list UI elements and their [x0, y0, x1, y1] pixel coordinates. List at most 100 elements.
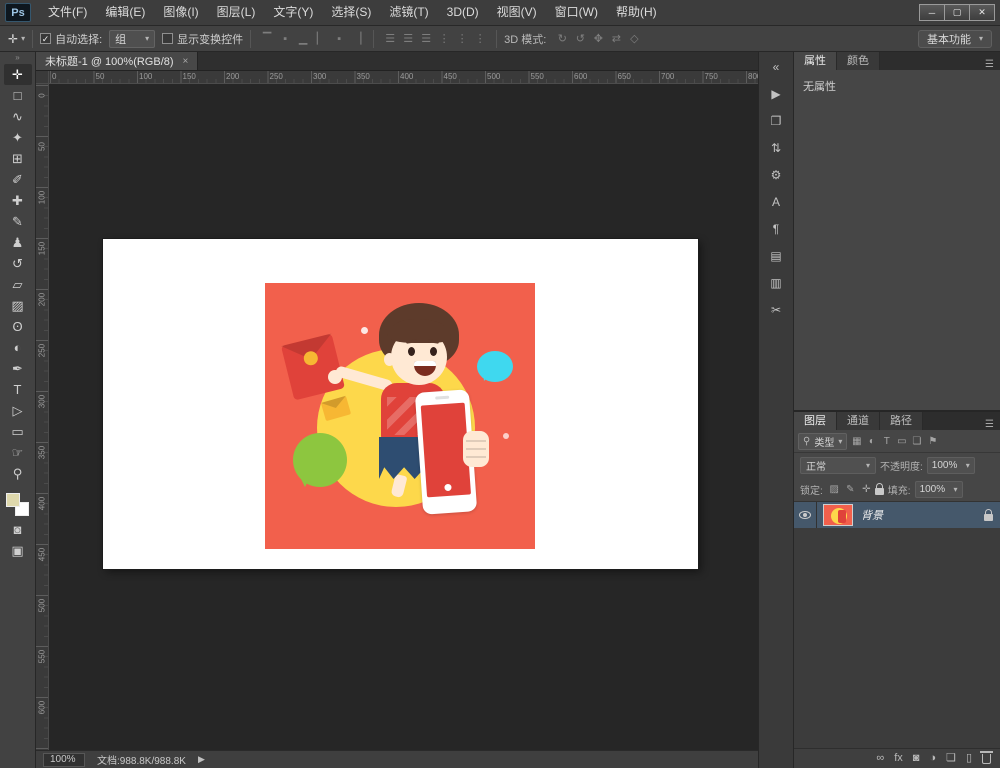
- filter-shape-layers-icon[interactable]: ▭: [894, 436, 909, 447]
- path-selection-tool[interactable]: ▷: [4, 400, 32, 421]
- align-left-edges-icon[interactable]: ▏: [312, 32, 330, 45]
- add-layer-mask-icon[interactable]: ◙: [913, 753, 920, 764]
- close-button[interactable]: ✕: [969, 4, 995, 21]
- clone-source-panel-icon[interactable]: ⇅: [764, 138, 788, 158]
- opacity-input[interactable]: 100%: [927, 457, 975, 474]
- close-tab-icon[interactable]: ×: [183, 56, 189, 67]
- fill-input[interactable]: 100%: [915, 481, 963, 498]
- tab-layers[interactable]: 图层: [794, 412, 837, 430]
- auto-select-checkbox[interactable]: 自动选择:: [40, 31, 102, 47]
- workspace-switcher[interactable]: 基本功能: [918, 30, 992, 48]
- type-menu[interactable]: 文字(Y): [264, 0, 322, 25]
- 3d-menu[interactable]: 3D(D): [438, 0, 488, 25]
- blur-tool[interactable]: ʘ: [4, 316, 32, 337]
- pen-tool[interactable]: ✒: [4, 358, 32, 379]
- auto-select-target-dropdown[interactable]: 组: [109, 30, 155, 48]
- link-layers-icon[interactable]: ∞: [876, 753, 884, 764]
- new-adjustment-layer-icon[interactable]: ◑: [929, 753, 936, 764]
- foreground-color-swatch[interactable]: [6, 493, 20, 507]
- brush-presets-panel-icon[interactable]: ❐: [764, 111, 788, 131]
- ruler-origin-corner[interactable]: [36, 71, 49, 83]
- align-bottom-edges-icon[interactable]: ▁: [294, 32, 312, 45]
- slice-panel-icon[interactable]: ✂: [764, 300, 788, 320]
- new-group-icon[interactable]: ❏: [946, 753, 956, 764]
- file-menu[interactable]: 文件(F): [39, 0, 96, 25]
- tab-properties[interactable]: 属性: [794, 52, 837, 70]
- tab-channels[interactable]: 通道: [837, 412, 880, 430]
- zoom-level-input[interactable]: 100%: [43, 753, 85, 767]
- distribute-horizontal-centers-icon[interactable]: ⋮: [453, 32, 471, 45]
- align-top-edges-icon[interactable]: ▔: [258, 32, 276, 45]
- align-horizontal-centers-icon[interactable]: ▪: [330, 33, 348, 45]
- lock-position-icon[interactable]: ✛: [859, 484, 874, 495]
- document-tab[interactable]: 未标题-1 @ 100%(RGB/8) ×: [36, 52, 198, 70]
- collapse-tools-icon[interactable]: [0, 53, 35, 64]
- adjustments-panel-icon[interactable]: ⚙: [764, 165, 788, 185]
- screen-mode-icon[interactable]: ▣: [4, 540, 32, 561]
- delete-layer-icon[interactable]: [982, 754, 991, 764]
- 3d-scale-icon[interactable]: ◇: [625, 32, 643, 45]
- eraser-tool[interactable]: ▱: [4, 274, 32, 295]
- help-menu[interactable]: 帮助(H): [607, 0, 666, 25]
- move-tool[interactable]: ✛: [4, 64, 32, 85]
- filter-menu[interactable]: 滤镜(T): [380, 0, 437, 25]
- align-vertical-centers-icon[interactable]: ▪: [276, 33, 294, 45]
- tab-paths[interactable]: 路径: [880, 412, 923, 430]
- eyedropper-tool[interactable]: ✐: [4, 169, 32, 190]
- distribute-vertical-centers-icon[interactable]: ☰: [399, 32, 417, 45]
- show-transform-checkbox[interactable]: 显示变换控件: [162, 31, 243, 47]
- filter-type-dropdown[interactable]: ⚲ 类型: [798, 433, 847, 450]
- horizontal-ruler[interactable]: 0501001502002503003504004505005506006507…: [49, 71, 758, 83]
- 3d-roll-icon[interactable]: ↺: [571, 32, 589, 45]
- tab-color[interactable]: 颜色: [837, 52, 880, 70]
- layer-row[interactable]: 背景: [794, 502, 1000, 528]
- vertical-ruler[interactable]: 050100150200250300350400450500550600: [36, 84, 49, 750]
- maximize-button[interactable]: ▢: [944, 4, 970, 21]
- crop-tool[interactable]: ⊞: [4, 148, 32, 169]
- minimize-button[interactable]: ─: [919, 4, 945, 21]
- expand-panels-icon[interactable]: «: [764, 57, 788, 77]
- rectangular-marquee-tool[interactable]: □: [4, 85, 32, 106]
- layer-visibility-toggle[interactable]: [794, 502, 817, 528]
- filter-adjustment-layers-icon[interactable]: ◐: [864, 436, 879, 447]
- canvas-viewport[interactable]: [49, 84, 758, 750]
- 3d-drag-icon[interactable]: ✥: [589, 32, 607, 45]
- history-brush-tool[interactable]: ↺: [4, 253, 32, 274]
- distribute-top-edges-icon[interactable]: ☰: [381, 32, 399, 45]
- lock-all-icon[interactable]: [875, 488, 884, 495]
- info-panel-icon[interactable]: ▥: [764, 273, 788, 293]
- type-tool[interactable]: T: [4, 379, 32, 400]
- styles-panel-icon[interactable]: ▤: [764, 246, 788, 266]
- layer-menu[interactable]: 图层(L): [208, 0, 265, 25]
- tool-preset-picker[interactable]: ✛: [8, 32, 25, 46]
- image-menu[interactable]: 图像(I): [154, 0, 207, 25]
- window-menu[interactable]: 窗口(W): [546, 0, 607, 25]
- brush-tool[interactable]: ✎: [4, 211, 32, 232]
- zoom-tool[interactable]: ⚲: [4, 463, 32, 484]
- lock-transparent-pixels-icon[interactable]: ▨: [827, 484, 842, 495]
- quick-selection-tool[interactable]: ✦: [4, 127, 32, 148]
- gradient-tool[interactable]: ▨: [4, 295, 32, 316]
- distribute-right-edges-icon[interactable]: ⋮: [471, 32, 489, 45]
- filtering-toggle-icon[interactable]: ⚑: [928, 436, 937, 447]
- dodge-tool[interactable]: ◐: [4, 337, 32, 358]
- clone-stamp-tool[interactable]: ♟: [4, 232, 32, 253]
- blend-mode-dropdown[interactable]: 正常: [800, 457, 876, 474]
- new-layer-icon[interactable]: ▯: [966, 753, 972, 764]
- rectangle-tool[interactable]: ▭: [4, 421, 32, 442]
- panel-menu-icon[interactable]: [979, 419, 1000, 430]
- distribute-left-edges-icon[interactable]: ⋮: [435, 32, 453, 45]
- lasso-tool[interactable]: ∿: [4, 106, 32, 127]
- filter-pixel-layers-icon[interactable]: ▦: [849, 436, 864, 447]
- filter-smart-objects-icon[interactable]: ❏: [909, 436, 924, 447]
- quick-mask-icon[interactable]: ◙: [4, 519, 32, 540]
- align-right-edges-icon[interactable]: ▕: [348, 32, 366, 45]
- 3d-rotate-icon[interactable]: ↻: [553, 32, 571, 45]
- layer-thumbnail[interactable]: [823, 504, 853, 526]
- hand-tool[interactable]: ☞: [4, 442, 32, 463]
- select-menu[interactable]: 选择(S): [322, 0, 380, 25]
- filter-type-layers-icon[interactable]: T: [879, 436, 894, 447]
- healing-brush-tool[interactable]: ✚: [4, 190, 32, 211]
- 3d-slide-icon[interactable]: ⇄: [607, 32, 625, 45]
- layer-style-icon[interactable]: fx: [894, 753, 903, 764]
